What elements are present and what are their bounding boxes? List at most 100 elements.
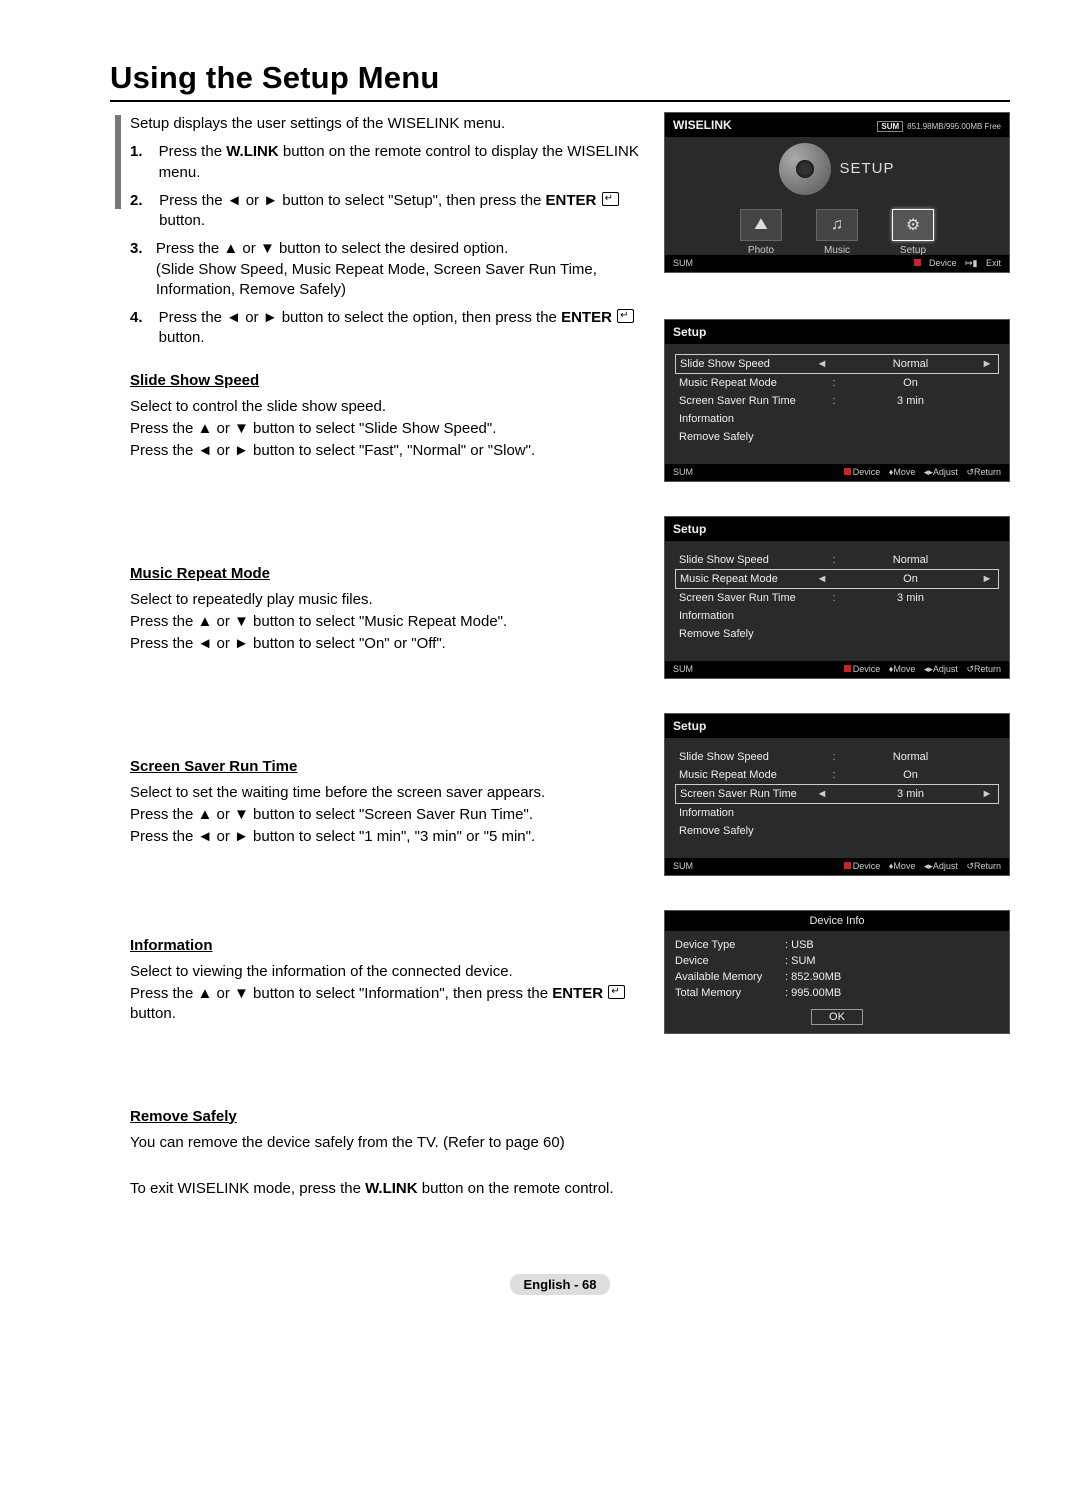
menu-item-label: Music Repeat Mode bbox=[679, 769, 814, 781]
setup-menu-item[interactable]: Music Repeat Mode ◄ : On ► bbox=[675, 569, 999, 589]
gear-icon bbox=[779, 143, 831, 195]
wiselink-screenshot: WISELINK SUM 851.98MB/995.00MB Free SETUP… bbox=[664, 112, 1010, 273]
section-marker bbox=[115, 115, 121, 209]
arrow-left-icon: ◄ bbox=[815, 358, 829, 370]
device-info-value: 852.90MB bbox=[785, 971, 841, 983]
menu-item-value: 3 min bbox=[840, 592, 981, 604]
menu-item-value: On bbox=[841, 573, 980, 585]
ok-button[interactable]: OK bbox=[811, 1009, 863, 1025]
red-square-icon bbox=[844, 468, 851, 475]
arrow-right-icon: ► bbox=[980, 573, 994, 585]
footer-sum: SUM bbox=[673, 258, 693, 269]
setup-screenshot: Setup Slide Show Speed : Normal Music Re… bbox=[664, 713, 1010, 876]
page-footer: English - 68 bbox=[110, 1274, 1010, 1295]
move-hint: ♦Move bbox=[889, 664, 916, 674]
section-body-screensaver: Select to set the waiting time before th… bbox=[130, 783, 646, 848]
setup-menu-item[interactable]: Information bbox=[675, 410, 999, 428]
step-num: 4. bbox=[130, 308, 147, 349]
wiselink-title: WISELINK bbox=[673, 118, 732, 132]
device-info-row: Total Memory995.00MB bbox=[675, 985, 999, 1001]
setup-screenshot: Setup Slide Show Speed : Normal Music Re… bbox=[664, 516, 1010, 679]
section-body-remove: You can remove the device safely from th… bbox=[130, 1133, 646, 1153]
setup-menu-item[interactable]: Screen Saver Run Time : 3 min bbox=[675, 392, 999, 410]
setup-menu-item[interactable]: Remove Safely bbox=[675, 625, 999, 643]
adjust-hint: ◂▸Adjust bbox=[924, 467, 958, 477]
menu-item-label: Remove Safely bbox=[679, 825, 814, 837]
section-body-info: Select to viewing the information of the… bbox=[130, 962, 646, 1025]
sum-badge: SUM bbox=[877, 121, 903, 132]
section-heading-slide: Slide Show Speed bbox=[130, 371, 646, 391]
setup-menu-item[interactable]: Screen Saver Run Time : 3 min bbox=[675, 589, 999, 607]
red-square-icon bbox=[914, 259, 921, 266]
music-icon: ♫ bbox=[816, 209, 858, 241]
setup-menu-item[interactable]: Remove Safely bbox=[675, 428, 999, 446]
wiselink-item-photo[interactable]: ⛰ Photo bbox=[737, 209, 785, 256]
step-num: 1. bbox=[130, 142, 147, 183]
setup-menu-item[interactable]: Information bbox=[675, 607, 999, 625]
setup-menu-item[interactable]: Slide Show Speed ◄ : Normal ► bbox=[675, 354, 999, 374]
device-info-value: SUM bbox=[785, 955, 816, 967]
step-text: Press the W.LINK button on the remote co… bbox=[159, 142, 646, 183]
menu-item-value: Normal bbox=[841, 358, 980, 370]
adjust-hint: ◂▸Adjust bbox=[924, 861, 958, 871]
setup-menu-item[interactable]: Information bbox=[675, 804, 999, 822]
setup-screenshot: Setup Slide Show Speed ◄ : Normal ► Musi… bbox=[664, 319, 1010, 482]
device-info-screenshot: Device Info Device TypeUSBDeviceSUMAvail… bbox=[664, 910, 1010, 1034]
section-body-music: Select to repeatedly play music files. P… bbox=[130, 590, 646, 655]
device-info-key: Total Memory bbox=[675, 987, 785, 999]
exit-icon: ↦▮ Exit bbox=[965, 258, 1001, 268]
arrow-left-icon: ◄ bbox=[815, 573, 829, 585]
section-heading-info: Information bbox=[130, 936, 646, 956]
device-info-value: USB bbox=[785, 939, 814, 951]
arrow-left-icon: ◄ bbox=[815, 788, 829, 800]
menu-item-label: Remove Safely bbox=[679, 628, 814, 640]
device-info-title: Device Info bbox=[665, 911, 1009, 931]
device-info-row: Device TypeUSB bbox=[675, 937, 999, 953]
move-hint: ♦Move bbox=[889, 467, 916, 477]
section-heading-music: Music Repeat Mode bbox=[130, 564, 646, 584]
section-heading-remove: Remove Safely bbox=[130, 1107, 646, 1127]
adjust-hint: ◂▸Adjust bbox=[924, 664, 958, 674]
step-text: Press the ▲ or ▼ button to select the de… bbox=[156, 239, 646, 300]
arrow-right-icon: ► bbox=[980, 358, 994, 370]
footer-sum: SUM bbox=[673, 467, 693, 478]
setup-big-label: SETUP bbox=[839, 160, 894, 177]
menu-item-label: Screen Saver Run Time bbox=[680, 788, 815, 800]
menu-item-label: Information bbox=[679, 413, 814, 425]
setup-menu-item[interactable]: Screen Saver Run Time ◄ : 3 min ► bbox=[675, 784, 999, 804]
setup-menu-item[interactable]: Slide Show Speed : Normal bbox=[675, 748, 999, 766]
intro-text: Setup displays the user settings of the … bbox=[130, 114, 646, 134]
section-heading-screensaver: Screen Saver Run Time bbox=[130, 757, 646, 777]
menu-item-label: Screen Saver Run Time bbox=[679, 395, 814, 407]
menu-item-value: Normal bbox=[840, 554, 981, 566]
red-square-icon bbox=[844, 665, 851, 672]
step-num: 3. bbox=[130, 239, 144, 300]
return-hint: ↺Return bbox=[966, 467, 1001, 477]
setup-icon: ⚙ bbox=[892, 209, 934, 241]
memory-label: 851.98MB/995.00MB Free bbox=[907, 122, 1001, 131]
setup-menu-item[interactable]: Music Repeat Mode : On bbox=[675, 766, 999, 784]
return-hint: ↺Return bbox=[966, 861, 1001, 871]
photo-icon: ⛰ bbox=[740, 209, 782, 241]
page-number: English - 68 bbox=[510, 1274, 611, 1295]
wiselink-item-setup[interactable]: ⚙ Setup bbox=[889, 209, 937, 256]
setup-menu-item[interactable]: Music Repeat Mode : On bbox=[675, 374, 999, 392]
page-title: Using the Setup Menu bbox=[110, 60, 1010, 102]
step-text: Press the ◄ or ► button to select "Setup… bbox=[159, 191, 646, 232]
device-info-row: DeviceSUM bbox=[675, 953, 999, 969]
setup-title: Setup bbox=[665, 714, 1009, 738]
step-text: Press the ◄ or ► button to select the op… bbox=[159, 308, 646, 349]
menu-item-value: Normal bbox=[840, 751, 981, 763]
move-hint: ♦Move bbox=[889, 861, 916, 871]
menu-item-label: Slide Show Speed bbox=[680, 358, 815, 370]
red-square-icon bbox=[844, 862, 851, 869]
device-info-key: Available Memory bbox=[675, 971, 785, 983]
menu-item-value: 3 min bbox=[840, 395, 981, 407]
setup-menu-item[interactable]: Remove Safely bbox=[675, 822, 999, 840]
footer-sum: SUM bbox=[673, 664, 693, 675]
device-info-key: Device Type bbox=[675, 939, 785, 951]
menu-item-label: Screen Saver Run Time bbox=[679, 592, 814, 604]
wiselink-item-music[interactable]: ♫ Music bbox=[813, 209, 861, 256]
menu-item-label: Music Repeat Mode bbox=[679, 377, 814, 389]
setup-menu-item[interactable]: Slide Show Speed : Normal bbox=[675, 551, 999, 569]
